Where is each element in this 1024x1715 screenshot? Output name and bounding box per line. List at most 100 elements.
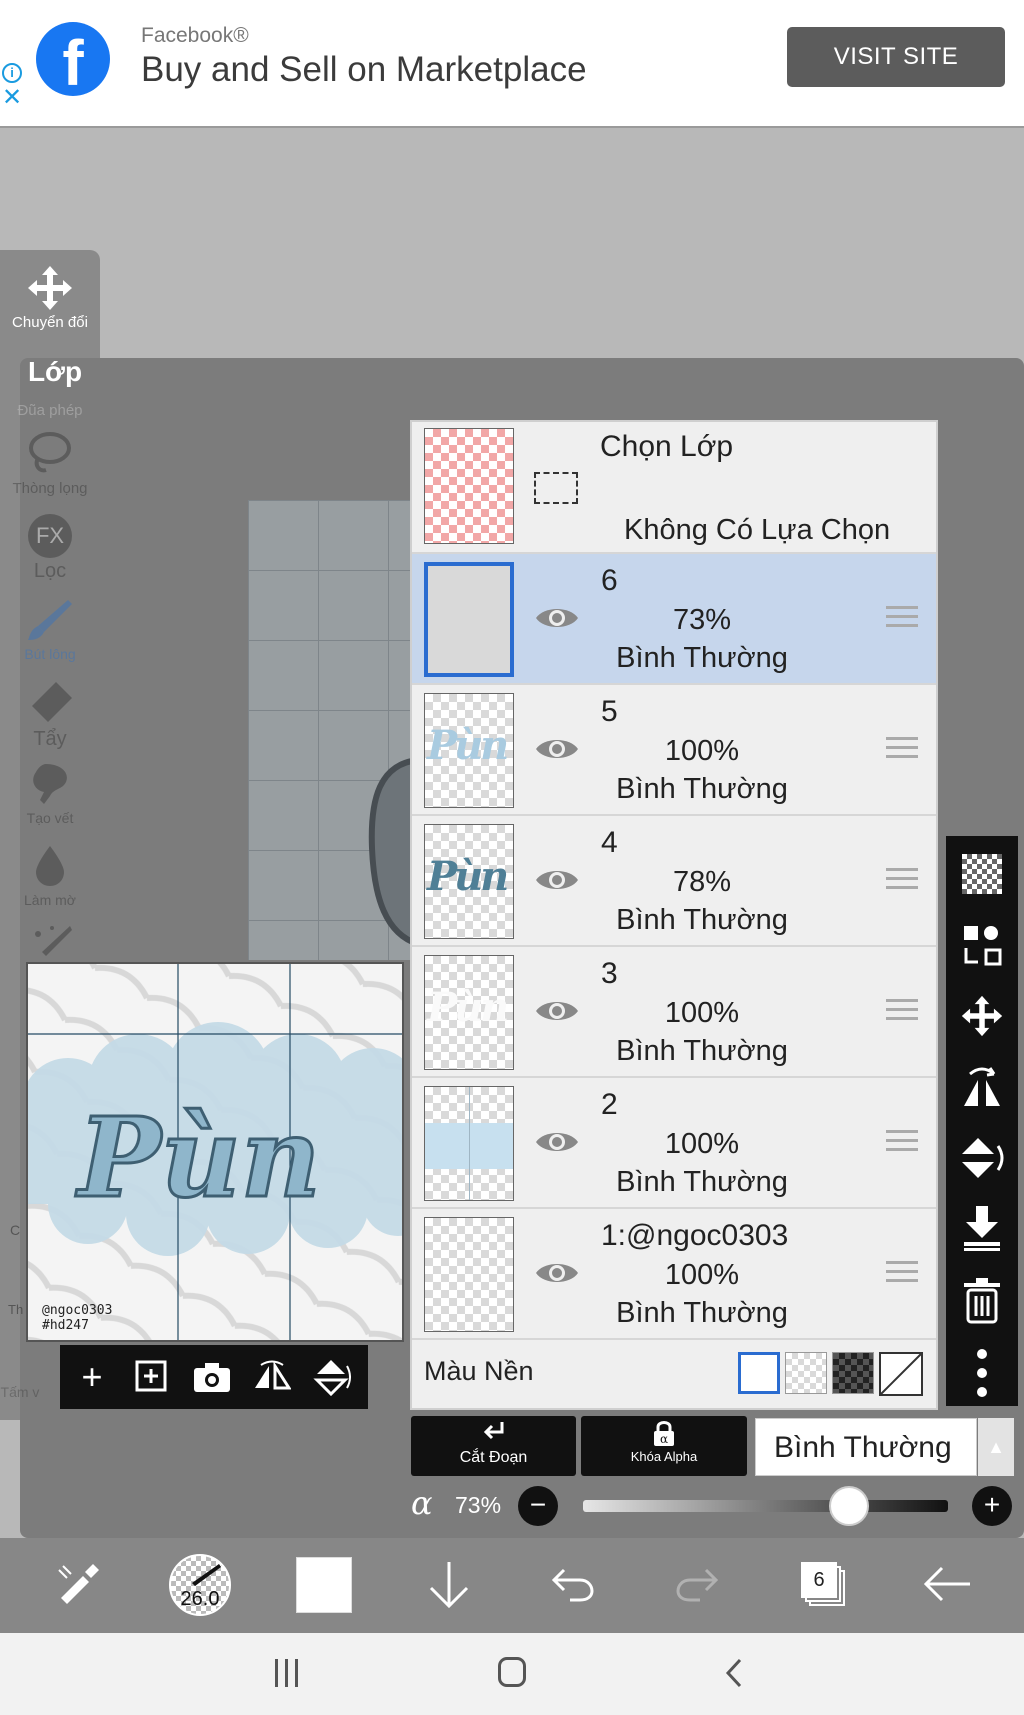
tool-magic-wand[interactable]: Đũa phép xyxy=(0,400,100,419)
undo-icon[interactable] xyxy=(548,1552,598,1618)
tool-layer-label: Lớp xyxy=(27,356,83,387)
layer-blend-mode: Bình Thường xyxy=(616,773,788,805)
swap-layer-icon[interactable] xyxy=(946,916,1018,976)
redo-icon[interactable] xyxy=(672,1552,722,1618)
add-layer-copy-icon[interactable] xyxy=(128,1353,176,1401)
drag-handle-icon[interactable] xyxy=(886,737,918,763)
clipping-label: Cắt Đoạn xyxy=(459,1449,528,1466)
eye-icon[interactable] xyxy=(534,864,580,896)
layer-opacity: 78% xyxy=(672,866,732,898)
blend-mode-arrow-icon[interactable]: ▲ xyxy=(978,1418,1014,1476)
visit-site-button[interactable]: VISIT SITE xyxy=(787,27,1005,87)
drag-handle-icon[interactable] xyxy=(886,868,918,894)
flip-horizontal-icon[interactable] xyxy=(946,1058,1018,1118)
more-options-icon[interactable] xyxy=(946,1344,1018,1404)
layer-row[interactable]: 1:@ngoc0303 100% Bình Thường xyxy=(412,1207,936,1338)
layer-row[interactable]: 2 100% Bình Thường xyxy=(412,1076,936,1207)
flip-vertical-icon[interactable] xyxy=(946,1128,1018,1188)
eye-icon[interactable] xyxy=(534,995,580,1027)
home-icon[interactable] xyxy=(498,1657,526,1687)
ad-brand: Facebook® xyxy=(141,24,249,47)
svg-text:α: α xyxy=(660,1432,668,1446)
blur-drop-icon xyxy=(36,846,64,886)
layer-opacity: 100% xyxy=(664,1128,740,1160)
edge-label-c: C xyxy=(10,1222,21,1238)
back-arrow-icon[interactable] xyxy=(922,1552,972,1618)
tool-brush[interactable]: Bút lông xyxy=(0,596,100,662)
tool-transform[interactable]: Chuyển đổi xyxy=(0,264,100,331)
opacity-slider-track[interactable] xyxy=(583,1500,948,1512)
checker-transparency-icon[interactable] xyxy=(946,846,1018,906)
flip-horizontal-icon[interactable] xyxy=(248,1353,296,1401)
camera-icon[interactable] xyxy=(188,1353,236,1401)
sparkle-brush-icon xyxy=(35,926,72,956)
selection-thumbnail xyxy=(424,428,514,544)
alpha-lock-button[interactable]: α Khóa Alpha xyxy=(581,1416,747,1476)
drag-handle-icon[interactable] xyxy=(886,1130,918,1156)
ad-info-icon[interactable]: i xyxy=(2,63,22,83)
layer-preview[interactable]: Pùn @ngoc0303 #hd247 xyxy=(26,962,404,1342)
layer-row[interactable]: 6 73% Bình Thường xyxy=(412,552,936,683)
tool-eraser[interactable]: Tẩy xyxy=(0,678,100,751)
blend-mode-select[interactable]: Bình Thường xyxy=(755,1418,977,1476)
layer-name: 3 xyxy=(601,957,618,990)
tool-lasso[interactable]: Thòng lọng xyxy=(0,430,100,497)
ad-banner[interactable]: f Facebook® Buy and Sell on Marketplace … xyxy=(0,0,1024,128)
background-color-row: Màu Nền xyxy=(412,1338,936,1408)
layer-name: 4 xyxy=(601,826,618,859)
layers-count-button[interactable]: 6 xyxy=(796,1552,852,1618)
recent-apps-icon[interactable] xyxy=(272,1659,302,1687)
selection-status: Không Có Lựa Chọn xyxy=(624,514,891,546)
eye-icon[interactable] xyxy=(534,1257,580,1289)
layer-panel: Chọn Lớp Không Có Lựa Chọn 6 73% Bình Th… xyxy=(410,420,938,1410)
tool-sparkle[interactable] xyxy=(0,922,100,962)
bg-white-swatch[interactable] xyxy=(738,1352,780,1394)
drag-handle-icon[interactable] xyxy=(886,1261,918,1287)
add-layer-icon[interactable]: + xyxy=(68,1353,116,1401)
opacity-decrease-button[interactable]: − xyxy=(518,1486,558,1526)
preview-artwork: Pùn @ngoc0303 #hd247 xyxy=(28,964,402,1340)
eye-icon[interactable] xyxy=(534,602,580,634)
opacity-slider-knob[interactable] xyxy=(829,1486,870,1526)
merge-down-icon[interactable] xyxy=(946,1200,1018,1260)
layer-row[interactable]: Pùn 3 100% Bình Thường xyxy=(412,945,936,1076)
move-layer-icon[interactable] xyxy=(946,986,1018,1046)
lasso-icon xyxy=(29,432,71,473)
opacity-increase-button[interactable]: + xyxy=(972,1486,1012,1526)
ad-close-icon[interactable]: ✕ xyxy=(2,86,22,110)
clipping-button[interactable]: Cắt Đoạn xyxy=(411,1416,576,1476)
eye-icon[interactable] xyxy=(534,733,580,765)
ad-title[interactable]: Buy and Sell on Marketplace xyxy=(141,50,587,90)
brush-size-button[interactable]: 26.0 xyxy=(166,1552,234,1618)
flip-vertical-icon[interactable] xyxy=(308,1353,356,1401)
tool-filter[interactable]: FX Lọc xyxy=(0,514,100,583)
preview-toolbar: + xyxy=(60,1345,368,1409)
bg-dark-checker-swatch[interactable] xyxy=(832,1352,874,1394)
download-arrow-icon[interactable] xyxy=(424,1552,474,1618)
back-nav-icon[interactable] xyxy=(724,1657,746,1689)
guide-line xyxy=(469,1087,470,1200)
layer-name: 6 xyxy=(601,564,618,597)
bg-none-swatch[interactable] xyxy=(879,1352,923,1396)
canvas-view[interactable] xyxy=(248,500,420,960)
right-toolbar xyxy=(946,836,1018,1406)
alpha-symbol: α xyxy=(411,1484,433,1522)
quick-tools-icon[interactable] xyxy=(48,1552,108,1618)
color-swatch-button[interactable] xyxy=(296,1552,354,1618)
drag-handle-icon[interactable] xyxy=(886,999,918,1025)
trash-icon[interactable] xyxy=(946,1272,1018,1332)
layer-thumbnail xyxy=(424,1086,514,1201)
layer-row[interactable]: Pùn 5 100% Bình Thường xyxy=(412,683,936,814)
svg-text:#hd247: #hd247 xyxy=(42,1318,89,1333)
selection-marquee-icon xyxy=(534,472,578,504)
layer-row[interactable]: Pùn 4 78% Bình Thường xyxy=(412,814,936,945)
tool-smudge[interactable]: Tạo vết xyxy=(0,760,100,826)
layer-thumbnail xyxy=(424,562,514,677)
bg-light-checker-swatch[interactable] xyxy=(785,1352,827,1394)
selection-layer-row[interactable]: Chọn Lớp Không Có Lựa Chọn xyxy=(412,422,936,550)
layer-blend-mode: Bình Thường xyxy=(616,1035,788,1067)
eye-icon[interactable] xyxy=(534,1126,580,1158)
tool-blur[interactable]: Làm mờ xyxy=(0,842,100,908)
drag-handle-icon[interactable] xyxy=(886,606,918,632)
tool-layer-title[interactable]: Lớp xyxy=(0,354,100,388)
